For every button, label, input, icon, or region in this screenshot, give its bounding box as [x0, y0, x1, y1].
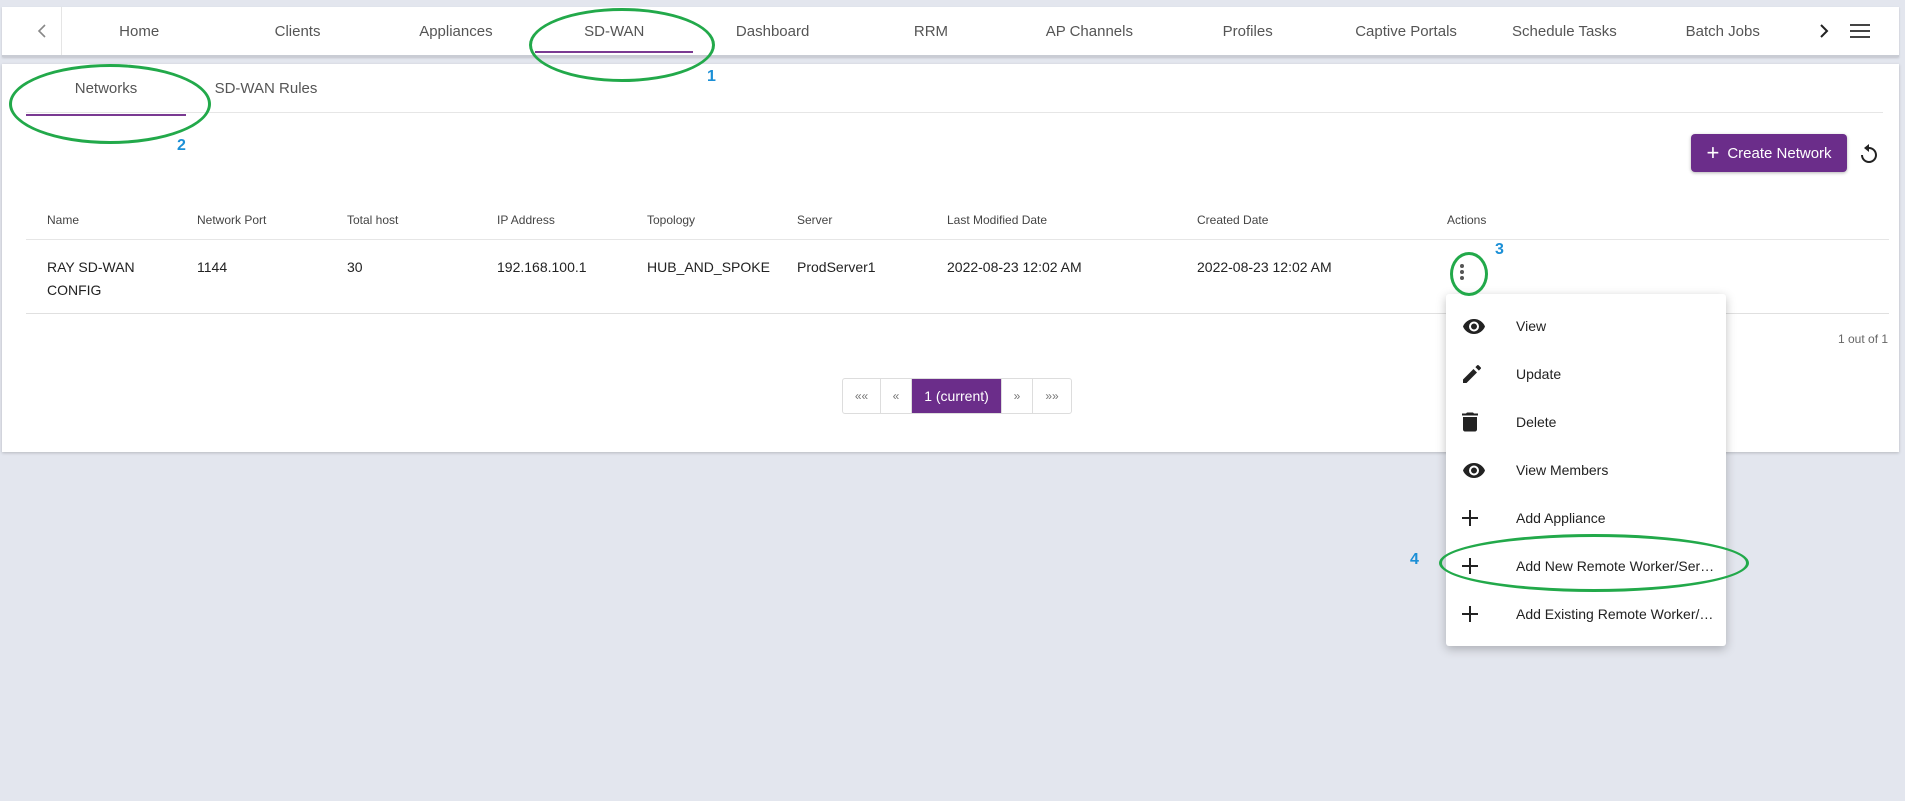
- first-page-button[interactable]: ««: [843, 379, 881, 413]
- cell-name: RAY SD-WAN CONFIG: [47, 256, 135, 302]
- tab-label: SD-WAN Rules: [214, 79, 318, 97]
- annotation-number-2: 2: [177, 137, 186, 154]
- current-page-button[interactable]: 1 (current): [912, 379, 1002, 413]
- nav-tab-batch-jobs[interactable]: Batch Jobs: [1644, 7, 1802, 55]
- cell-total-host: 30: [347, 259, 363, 275]
- menu-item-label: Add Appliance: [1516, 510, 1606, 526]
- create-network-button[interactable]: + Create Network: [1691, 134, 1847, 172]
- column-header-created[interactable]: Created Date: [1197, 213, 1268, 227]
- kebab-menu-icon[interactable]: [1452, 258, 1472, 286]
- menu-item-label: View: [1516, 318, 1547, 334]
- cell-name-line1: RAY SD-WAN: [47, 259, 135, 275]
- nav-tab-label: Home: [119, 22, 160, 40]
- hamburger-icon[interactable]: [1846, 17, 1874, 45]
- nav-tab-captive-portals[interactable]: Captive Portals: [1327, 7, 1485, 55]
- column-header-last-modified[interactable]: Last Modified Date: [947, 213, 1047, 227]
- nav-tab-sd-wan[interactable]: SD-WAN: [535, 7, 694, 55]
- nav-tab-schedule-tasks[interactable]: Schedule Tasks: [1485, 7, 1643, 55]
- pencil-icon: [1446, 364, 1516, 384]
- chevron-right-icon[interactable]: [1804, 7, 1844, 55]
- menu-item-add-existing-remote-worker[interactable]: Add Existing Remote Worker/Server: [1446, 590, 1726, 638]
- top-nav: Home Clients Appliances SD-WAN Dashboard…: [2, 7, 1899, 57]
- menu-item-delete[interactable]: Delete: [1446, 398, 1726, 446]
- plus-icon: +: [1706, 140, 1720, 165]
- cell-network-port: 1144: [197, 259, 228, 275]
- prev-page-button[interactable]: «: [881, 379, 912, 413]
- column-header-topology[interactable]: Topology: [647, 213, 695, 227]
- divider: [26, 112, 1883, 113]
- nav-tab-label: Clients: [274, 22, 321, 40]
- tab-networks[interactable]: Networks: [26, 64, 186, 116]
- eye-icon: [1446, 318, 1516, 334]
- menu-item-add-new-remote-worker[interactable]: Add New Remote Worker/Server: [1446, 542, 1726, 590]
- sub-tabs: Networks SD-WAN Rules: [26, 64, 346, 116]
- menu-item-label: Delete: [1516, 414, 1557, 430]
- annotation-number-3: 3: [1495, 241, 1504, 258]
- nav-tab-label: SD-WAN: [584, 22, 645, 40]
- nav-tab-clients[interactable]: Clients: [218, 7, 376, 55]
- next-page-button[interactable]: »: [1002, 379, 1033, 413]
- chevron-left-icon[interactable]: [22, 7, 62, 55]
- refresh-icon[interactable]: [1857, 142, 1881, 166]
- cell-topology: HUB_AND_SPOKE: [647, 259, 770, 275]
- menu-item-label: Add Existing Remote Worker/Server: [1516, 606, 1716, 622]
- nav-tab-label: Captive Portals: [1355, 22, 1457, 40]
- nav-tab-appliances[interactable]: Appliances: [377, 7, 535, 55]
- cell-ip-address: 192.168.100.1: [497, 259, 587, 275]
- menu-item-update[interactable]: Update: [1446, 350, 1726, 398]
- nav-tab-rrm[interactable]: RRM: [852, 7, 1010, 55]
- nav-tab-label: Profiles: [1222, 22, 1273, 40]
- create-network-label: Create Network: [1727, 144, 1832, 162]
- cell-name-line2: CONFIG: [47, 282, 102, 298]
- annotation-number-4: 4: [1410, 551, 1419, 568]
- table-header: Name Network Port Total host IP Address …: [26, 204, 1889, 240]
- nav-tab-ap-channels[interactable]: AP Channels: [1010, 7, 1168, 55]
- menu-item-view[interactable]: View: [1446, 302, 1726, 350]
- column-header-actions: Actions: [1447, 213, 1487, 227]
- pagination: «« « 1 (current) » »»: [842, 378, 1072, 414]
- annotation-number-1: 1: [707, 68, 716, 85]
- nav-tabs: Home Clients Appliances SD-WAN Dashboard…: [60, 7, 1802, 55]
- menu-item-view-members[interactable]: View Members: [1446, 446, 1726, 494]
- nav-tab-dashboard[interactable]: Dashboard: [693, 7, 851, 55]
- nav-tab-label: AP Channels: [1045, 22, 1133, 40]
- nav-tab-label: Appliances: [419, 22, 493, 40]
- cell-server: ProdServer1: [797, 259, 876, 275]
- menu-item-add-appliance[interactable]: Add Appliance: [1446, 494, 1726, 542]
- menu-item-label: View Members: [1516, 462, 1609, 478]
- column-header-ip-address[interactable]: IP Address: [497, 213, 555, 227]
- column-header-total-host[interactable]: Total host: [347, 213, 398, 227]
- plus-icon: [1446, 606, 1516, 622]
- nav-tab-profiles[interactable]: Profiles: [1169, 7, 1327, 55]
- column-header-server[interactable]: Server: [797, 213, 832, 227]
- plus-icon: [1446, 558, 1516, 574]
- menu-item-label: Add New Remote Worker/Server: [1516, 558, 1716, 574]
- plus-icon: [1446, 510, 1516, 526]
- nav-tab-label: Batch Jobs: [1685, 22, 1760, 40]
- nav-tab-label: RRM: [913, 22, 949, 40]
- nav-tab-label: Schedule Tasks: [1512, 22, 1617, 40]
- tab-sd-wan-rules[interactable]: SD-WAN Rules: [186, 64, 346, 112]
- nav-tab-label: Dashboard: [735, 22, 810, 40]
- last-page-button[interactable]: »»: [1033, 379, 1071, 413]
- nav-tab-home[interactable]: Home: [60, 7, 218, 55]
- tab-label: Networks: [74, 79, 138, 97]
- actions-menu: View Update Delete View Members Add Appl…: [1446, 294, 1726, 646]
- column-header-network-port[interactable]: Network Port: [197, 213, 266, 227]
- cell-last-modified: 2022-08-23 12:02 AM: [947, 259, 1082, 275]
- menu-item-label: Update: [1516, 366, 1562, 382]
- cell-created: 2022-08-23 12:02 AM: [1197, 259, 1332, 275]
- trash-icon: [1446, 412, 1516, 432]
- eye-icon: [1446, 462, 1516, 478]
- column-header-name[interactable]: Name: [47, 213, 79, 227]
- row-count: 1 out of 1: [1838, 332, 1889, 346]
